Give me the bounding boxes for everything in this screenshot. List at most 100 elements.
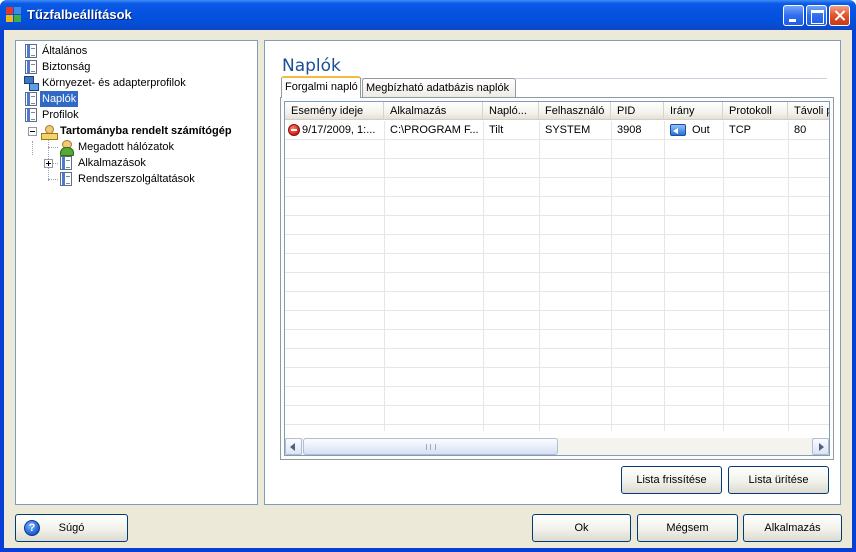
close-button[interactable] xyxy=(829,5,850,26)
cell-pid: 3908 xyxy=(617,124,642,136)
ok-button[interactable]: Ok xyxy=(532,514,631,542)
window-client-area: Általános Biztonság Környezet- és adapte… xyxy=(4,30,852,548)
tree-item-label: Általános xyxy=(42,45,88,57)
grid-line xyxy=(611,121,612,431)
tab-traffic-log[interactable]: Forgalmi napló xyxy=(281,76,361,98)
title-bar[interactable]: Tűzfalbeállítások xyxy=(0,0,856,30)
clear-list-button[interactable]: Lista ürítése xyxy=(728,466,829,494)
tree-item-label: Megadott hálózatok xyxy=(78,141,175,153)
document-icon xyxy=(60,156,72,170)
grid-line xyxy=(285,253,829,254)
table-row[interactable]: 9/17/2009, 1:... C:\PROGRAM F... Tilt SY… xyxy=(285,121,829,139)
tree-item-applications[interactable]: Alkalmazások xyxy=(16,155,256,171)
column-header-direction[interactable]: Irány xyxy=(664,102,723,120)
grid-line xyxy=(664,121,665,431)
domain-computer-icon xyxy=(41,123,58,140)
cell-user: SYSTEM xyxy=(545,124,591,136)
column-header-pid[interactable]: PID xyxy=(611,102,664,120)
column-header-remote-port[interactable]: Távoli p xyxy=(788,102,829,120)
document-icon xyxy=(25,92,37,106)
document-icon xyxy=(25,44,37,58)
list-header: Esemény ideje Alkalmazás Napló... Felhas… xyxy=(285,102,829,120)
cell-remote-port: 80 xyxy=(794,124,807,136)
window-title: Tűzfalbeállítások xyxy=(27,7,132,22)
grid-line xyxy=(285,158,829,159)
grid-line xyxy=(788,121,789,431)
column-header-application[interactable]: Alkalmazás xyxy=(384,102,483,120)
column-header-user[interactable]: Felhasználó xyxy=(539,102,611,120)
grid-line xyxy=(285,405,829,406)
grid-line xyxy=(539,121,540,431)
scroll-right-button[interactable] xyxy=(812,438,829,455)
tree-item-label: Rendszerszolgáltatások xyxy=(78,173,195,185)
network-user-icon xyxy=(59,139,74,156)
scroll-thumb-grip xyxy=(430,444,431,450)
help-button-label: Súgó xyxy=(58,522,85,534)
tree-item-label: Alkalmazások xyxy=(78,157,146,169)
refresh-list-button[interactable]: Lista frissítése xyxy=(621,466,722,494)
firewall-settings-window: Tűzfalbeállítások Általános Biztonság Kö… xyxy=(0,0,856,552)
grid-line xyxy=(285,348,829,349)
scroll-left-button[interactable] xyxy=(285,438,302,455)
grid-line xyxy=(285,196,829,197)
tree-item-general[interactable]: Általános xyxy=(16,43,256,59)
cell-protocol: TCP xyxy=(729,124,751,136)
tab-content: Esemény ideje Alkalmazás Napló... Felhas… xyxy=(280,97,834,460)
column-header-log[interactable]: Napló... xyxy=(483,102,539,120)
tab-trusted-database-logs[interactable]: Megbízható adatbázis naplók xyxy=(362,78,516,98)
cell-application: C:\PROGRAM F... xyxy=(390,124,479,136)
tree-item-label: Biztonság xyxy=(42,61,91,73)
expand-toggle-icon[interactable] xyxy=(44,159,53,168)
minimize-button[interactable] xyxy=(783,5,804,26)
grid-line xyxy=(384,121,385,431)
tree-item-environment-profiles[interactable]: Környezet- és adapterprofilok xyxy=(16,75,256,91)
cell-direction: Out xyxy=(664,121,723,139)
grid-line xyxy=(285,367,829,368)
tree-item-system-services[interactable]: Rendszerszolgáltatások xyxy=(16,171,256,187)
scroll-thumb[interactable] xyxy=(303,438,558,455)
grid-line xyxy=(285,329,829,330)
grid-line xyxy=(285,215,829,216)
column-header-protocol[interactable]: Protokoll xyxy=(723,102,788,120)
tree-item-logs[interactable]: Naplók xyxy=(16,91,256,107)
collapse-toggle-icon[interactable] xyxy=(28,127,37,136)
horizontal-scrollbar[interactable] xyxy=(285,438,829,455)
cancel-button[interactable]: Mégsem xyxy=(637,514,738,542)
cell-event-time-text: 9/17/2009, 1:... xyxy=(302,124,376,136)
block-icon xyxy=(288,124,300,137)
cell-event-time: 9/17/2009, 1:... xyxy=(285,121,384,139)
tree-item-defined-networks[interactable]: Megadott hálózatok xyxy=(16,139,256,156)
tree-item-security[interactable]: Biztonság xyxy=(16,59,256,75)
document-icon xyxy=(25,60,37,74)
grid-line xyxy=(285,424,829,425)
cell-direction-text: Out xyxy=(692,124,710,136)
grid-line xyxy=(483,121,484,431)
document-icon xyxy=(60,172,72,186)
grid-line xyxy=(285,139,829,140)
tree-item-domain-computer[interactable]: Tartományba rendelt számítógép xyxy=(16,123,256,140)
grid-line xyxy=(285,177,829,178)
maximize-button[interactable] xyxy=(806,5,827,26)
tree-item-label: Tartományba rendelt számítógép xyxy=(60,125,232,137)
page-title: Naplók xyxy=(282,56,341,76)
tree-item-label: Környezet- és adapterprofilok xyxy=(42,77,186,89)
avg-logo-icon xyxy=(6,7,22,23)
grid-line xyxy=(285,272,829,273)
tree-item-profiles[interactable]: Profilok xyxy=(16,107,256,123)
column-header-event-time[interactable]: Esemény ideje xyxy=(285,102,384,120)
grid-line xyxy=(285,291,829,292)
help-icon: ? xyxy=(24,520,40,536)
logs-panel: Naplók Forgalmi napló Megbízható adatbáz… xyxy=(264,40,841,505)
traffic-log-list[interactable]: Esemény ideje Alkalmazás Napló... Felhas… xyxy=(284,101,830,456)
help-button[interactable]: ? Súgó xyxy=(15,514,128,542)
cell-log: Tilt xyxy=(489,124,504,136)
grid-line xyxy=(285,234,829,235)
document-icon xyxy=(25,108,37,122)
apply-button[interactable]: Alkalmazás xyxy=(743,514,842,542)
settings-tree: Általános Biztonság Környezet- és adapte… xyxy=(15,40,258,505)
tree-item-label: Profilok xyxy=(42,109,79,121)
grid-line xyxy=(285,386,829,387)
tree-item-label: Naplók xyxy=(40,91,79,107)
grid-line xyxy=(723,121,724,431)
outbound-arrow-icon xyxy=(670,124,686,137)
